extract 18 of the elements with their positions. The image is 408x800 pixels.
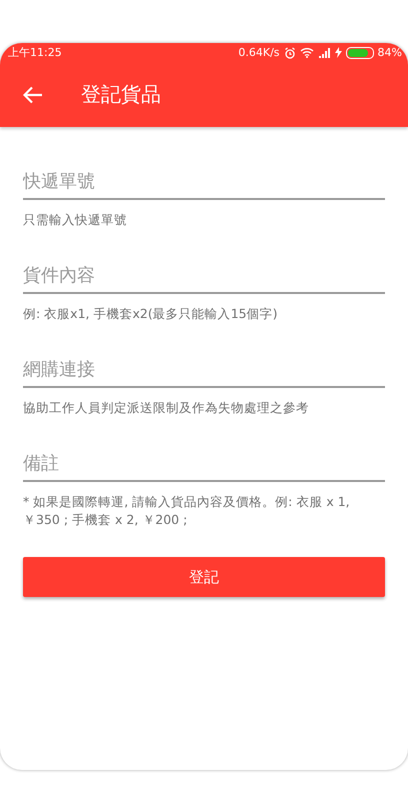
input-field[interactable]: 網購連接 — [23, 353, 385, 388]
input-field[interactable]: 備註 — [23, 447, 385, 482]
alarm-icon — [284, 46, 296, 58]
charging-icon — [334, 47, 342, 58]
page-title: 登記貨品 — [81, 81, 161, 108]
helper-text: * 如果是國際轉運, 請輸入貨品內容及價格。例: 衣服 x 1, ￥350 ; 手機套 x 2, ￥200 ; — [23, 493, 351, 529]
helper-text: 只需輸入快遞單號 — [23, 211, 128, 229]
helper-text: 協助工作人員判定派送限制及作為失物處理之參考 — [23, 399, 310, 417]
battery-icon — [346, 46, 374, 58]
battery-percent: 84% — [378, 46, 402, 59]
signal-icon — [318, 48, 331, 58]
network-speed: 0.64K/s — [238, 46, 280, 59]
wifi-icon — [300, 47, 314, 58]
back-arrow-icon[interactable] — [23, 86, 43, 104]
status-time: 上午11:25 — [8, 45, 62, 60]
submit-button[interactable]: 登記 — [23, 557, 385, 597]
input-field[interactable]: 貨件內容 — [23, 259, 385, 294]
helper-text: 例: 衣服x1, 手機套x2(最多只能輸入15個字) — [23, 305, 278, 323]
